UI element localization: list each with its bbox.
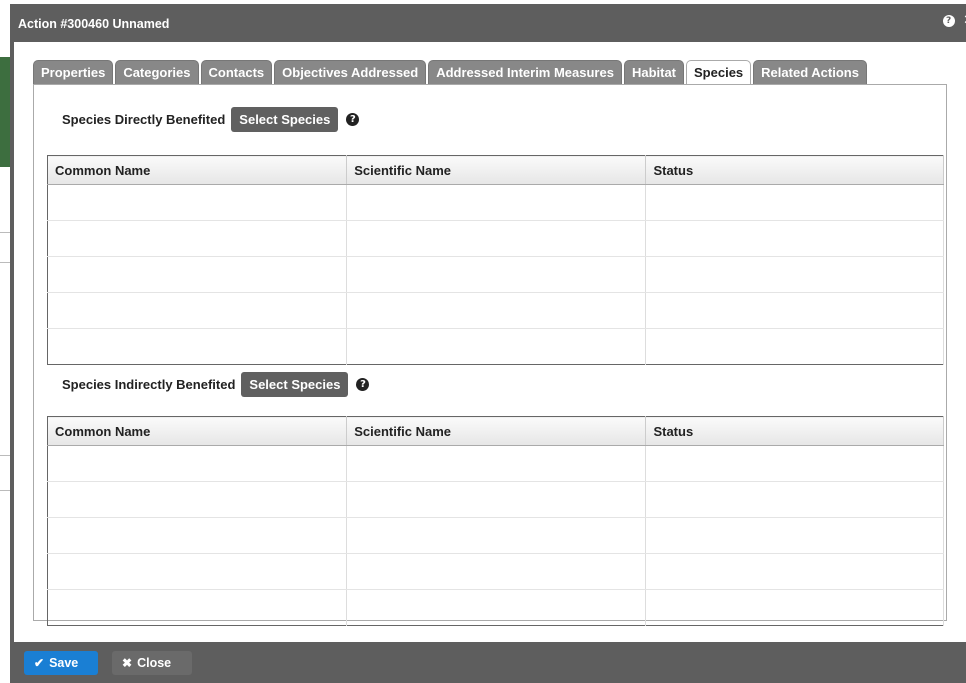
table-cell [47, 589, 348, 626]
species-panel: Species Directly Benefited Select Specie… [33, 84, 947, 626]
tab-species[interactable]: Species [686, 60, 752, 86]
column-header[interactable]: Scientific Name [346, 416, 647, 446]
save-button[interactable]: ✔ Save [24, 651, 98, 675]
help-icon[interactable]: ? [346, 113, 360, 126]
table-header-row: Common Name Scientific Name Status [47, 416, 944, 446]
column-header[interactable]: Common Name [47, 416, 348, 446]
table-cell [645, 220, 944, 257]
check-icon: ✔ [34, 656, 45, 670]
dialog-footer: ✔ Save ✖ Close [10, 642, 966, 683]
table-row[interactable] [47, 184, 944, 221]
close-button-label: Close [137, 656, 172, 670]
action-dialog: Action #300460 Unnamed ? ✕ PropertiesCat… [10, 4, 966, 683]
table-cell [645, 517, 944, 554]
save-button-label: Save [49, 656, 79, 670]
column-header[interactable]: Status [645, 416, 944, 446]
table-cell [346, 553, 647, 590]
direct-section-header: Species Directly Benefited Select Specie… [62, 107, 360, 132]
table-row[interactable] [47, 292, 944, 329]
table-cell [47, 445, 348, 482]
select-species-direct-button[interactable]: Select Species [231, 107, 339, 132]
table-row[interactable] [47, 517, 944, 554]
indirect-species-table: Common Name Scientific Name Status [47, 416, 944, 626]
indirect-section-label: Species Indirectly Benefited [62, 377, 236, 392]
table-cell [47, 292, 348, 329]
table-row[interactable] [47, 256, 944, 293]
table-cell [346, 481, 647, 518]
dialog-title: Action #300460 Unnamed [18, 17, 170, 31]
table-header-row: Common Name Scientific Name Status [47, 155, 944, 185]
direct-species-table: Common Name Scientific Name Status [47, 155, 944, 365]
tab-objectives-addressed[interactable]: Objectives Addressed [274, 60, 427, 85]
tab-properties[interactable]: Properties [33, 60, 114, 85]
tab-contacts[interactable]: Contacts [200, 60, 273, 85]
table-cell [47, 184, 348, 221]
table-cell [346, 184, 647, 221]
table-cell [346, 220, 647, 257]
table-row[interactable] [47, 481, 944, 518]
tab-addressed-interim-measures[interactable]: Addressed Interim Measures [428, 60, 622, 85]
table-row[interactable] [47, 328, 944, 365]
table-cell [47, 328, 348, 365]
table-cell [645, 481, 944, 518]
column-header[interactable]: Status [645, 155, 944, 185]
table-cell [645, 184, 944, 221]
table-row[interactable] [47, 553, 944, 590]
table-cell [47, 553, 348, 590]
help-icon[interactable]: ? [942, 14, 955, 27]
dialog-content: Properties Categories Contacts Objectives A… [14, 42, 966, 642]
dialog-titlebar: Action #300460 Unnamed ? ✕ [10, 4, 966, 42]
table-cell [645, 256, 944, 293]
tab-related-actions[interactable]: Related Actions [753, 60, 867, 85]
column-header[interactable]: Scientific Name [346, 155, 647, 185]
tab-bar: Properties Categories Contacts Objectives A… [33, 60, 869, 86]
column-header[interactable]: Common Name [47, 155, 348, 185]
tab-categories[interactable]: Categories [115, 60, 199, 85]
x-icon: ✖ [122, 656, 133, 670]
help-icon[interactable]: ? [356, 378, 370, 391]
table-cell [645, 589, 944, 626]
table-cell [47, 256, 348, 293]
table-cell [346, 517, 647, 554]
tab-habitat[interactable]: Habitat [623, 60, 685, 85]
table-row[interactable] [47, 445, 944, 482]
table-cell [346, 589, 647, 626]
direct-section-label: Species Directly Benefited [62, 112, 226, 127]
table-cell [346, 445, 647, 482]
close-button[interactable]: ✖ Close [112, 651, 192, 675]
table-row[interactable] [47, 220, 944, 257]
table-cell [645, 292, 944, 329]
table-cell [645, 553, 944, 590]
select-species-indirect-button[interactable]: Select Species [241, 372, 349, 397]
table-cell [47, 220, 348, 257]
table-cell [47, 517, 348, 554]
table-cell [346, 292, 647, 329]
table-cell [47, 481, 348, 518]
table-cell [645, 445, 944, 482]
table-cell [346, 328, 647, 365]
table-row[interactable] [47, 589, 944, 626]
indirect-section-header: Species Indirectly Benefited Select Spec… [62, 372, 370, 397]
table-cell [346, 256, 647, 293]
table-cell [645, 328, 944, 365]
